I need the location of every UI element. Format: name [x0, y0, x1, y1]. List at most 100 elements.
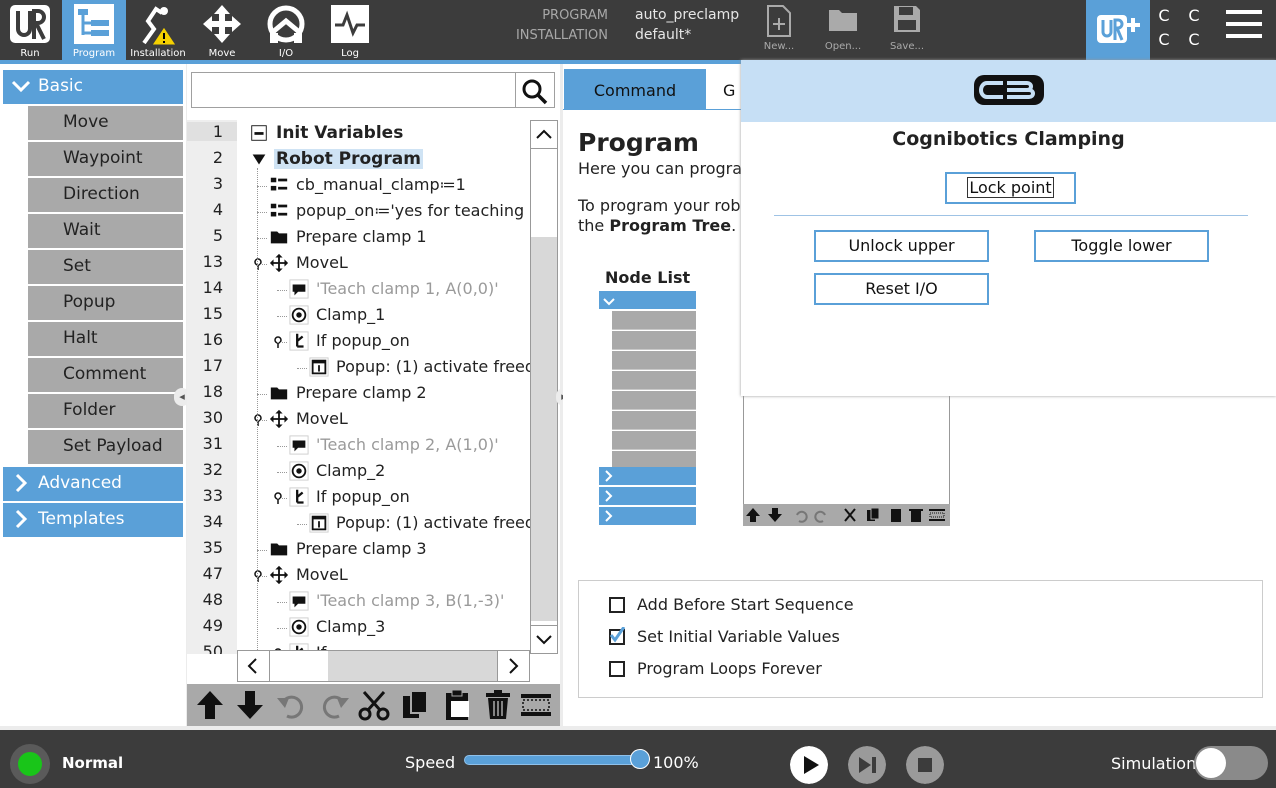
nav-io[interactable]: I/O	[256, 0, 316, 60]
nav-log[interactable]: Log	[320, 0, 380, 60]
move-node-icon	[269, 409, 289, 429]
sidebar-node-label: Halt	[63, 328, 98, 348]
scroll-left-button[interactable]	[238, 651, 270, 681]
program-options: Add Before Start Sequence Set Initial Var…	[578, 580, 1263, 698]
delete-trash-icon[interactable]	[481, 688, 515, 722]
sidebar-node-wait[interactable]: Wait	[28, 214, 183, 248]
simulation-toggle[interactable]	[1194, 746, 1268, 780]
sidebar-node-halt[interactable]: Halt	[28, 322, 183, 356]
chevron-right-icon	[605, 490, 613, 502]
urcap-plus-icon	[1097, 15, 1140, 43]
move-down-icon[interactable]	[233, 688, 267, 722]
line-number: 14	[202, 278, 223, 297]
program-key: PROGRAM	[542, 8, 608, 23]
tree-horizontal-scrollbar[interactable]	[237, 650, 530, 682]
category-advanced-label: Advanced	[38, 473, 122, 493]
program-tree[interactable]: Init Variables Robot Program cb_manual_cla…	[237, 120, 530, 654]
nav-program[interactable]: Program	[62, 0, 126, 60]
tree-vertical-scrollbar[interactable]	[530, 120, 558, 654]
line-number: 49	[202, 616, 223, 635]
checkbox-icon[interactable]	[609, 597, 625, 613]
save-disk-icon	[894, 6, 920, 32]
sidebar-node-popup[interactable]: Popup	[28, 286, 183, 320]
checkbox-icon[interactable]	[609, 661, 625, 677]
tree-connector	[257, 576, 267, 577]
open-button[interactable]: Open...	[815, 0, 871, 60]
category-templates[interactable]: Templates	[3, 503, 183, 537]
scroll-up-button[interactable]	[531, 121, 557, 149]
save-button[interactable]: Save...	[879, 0, 935, 60]
scroll-down-button[interactable]	[531, 625, 557, 653]
play-button[interactable]	[790, 746, 828, 784]
sidebar-node-direction[interactable]: Direction	[28, 178, 183, 212]
tree-node-label: Prepare clamp 2	[296, 383, 427, 402]
installation-key: INSTALLATION	[515, 28, 608, 43]
cognibotics-urcap-panel: Cognibotics Clamping Lock point Unlock u…	[741, 60, 1276, 396]
tree-search-input[interactable]	[194, 75, 512, 105]
hscroll-thumb[interactable]	[328, 651, 498, 681]
toggle-lower-button[interactable]: Toggle lower	[1034, 230, 1209, 262]
suppress-icon[interactable]	[519, 688, 553, 722]
line-number: 32	[202, 460, 223, 479]
scroll-right-button[interactable]	[497, 651, 529, 681]
sidebar-node-label: Move	[63, 112, 109, 132]
ur-logo-icon	[10, 5, 50, 43]
sidebar-node-folder[interactable]: Folder	[28, 394, 183, 428]
new-button[interactable]: New...	[751, 0, 807, 60]
stop-button[interactable]	[906, 746, 944, 784]
chevron-right-icon	[15, 473, 28, 493]
unlock-upper-button[interactable]: Unlock upper	[814, 230, 989, 262]
cut-icon[interactable]	[357, 688, 391, 722]
installation-name: default*	[635, 27, 692, 43]
sidebar-node-comment[interactable]: Comment	[28, 358, 183, 392]
nav-installation[interactable]: Installation	[128, 0, 188, 60]
tab-command[interactable]: Command	[564, 69, 706, 109]
category-advanced[interactable]: Advanced	[3, 467, 183, 501]
search-icon[interactable]	[522, 79, 548, 105]
node-list-illustration	[599, 291, 697, 525]
toggle-knob	[1196, 748, 1226, 778]
reset-io-button[interactable]: Reset I/O	[814, 273, 989, 305]
category-templates-label: Templates	[38, 509, 125, 529]
comment-node-icon	[289, 279, 309, 299]
sidebar-node-set[interactable]: Set	[28, 250, 183, 284]
checkbox-checked-icon[interactable]	[609, 627, 625, 645]
urcap-button[interactable]	[1086, 0, 1150, 60]
tree-node-label: 'Teach clamp 2, A(1,0)'	[316, 435, 499, 454]
sidebar-node-move[interactable]: Move	[28, 106, 183, 140]
robot-status-indicator[interactable]	[10, 744, 50, 784]
line-number: 13	[202, 252, 223, 271]
nav-move-label: Move	[208, 48, 236, 59]
sidebar-node-waypoint[interactable]: Waypoint	[28, 142, 183, 176]
redo-icon[interactable]	[317, 688, 351, 722]
undo-icon[interactable]	[275, 688, 309, 722]
copy-icon[interactable]	[399, 688, 433, 722]
installation-warning-icon	[142, 6, 177, 46]
program-info: PROGRAM auto_preclamp INSTALLATION defau…	[500, 6, 760, 46]
lock-point-button[interactable]: Lock point	[945, 172, 1076, 204]
paste-icon[interactable]	[441, 688, 475, 722]
popup-node-icon	[309, 357, 329, 377]
description-line-1: Here you can progra	[578, 159, 743, 178]
step-button[interactable]	[848, 746, 886, 784]
option-label: Add Before Start Sequence	[637, 595, 854, 614]
hamburger-menu-icon[interactable]	[1226, 10, 1266, 46]
speed-slider-handle[interactable]	[630, 749, 650, 769]
sidebar-node-label: Set	[63, 256, 91, 276]
tree-node-label: cb_manual_clamp≔1	[296, 175, 466, 194]
nav-run[interactable]: Run	[0, 0, 60, 60]
category-basic[interactable]: Basic	[3, 70, 183, 104]
lock-point-label: Lock point	[967, 177, 1054, 198]
tree-node-label: Prepare clamp 3	[296, 539, 427, 558]
expand-arrow-icon[interactable]	[239, 151, 257, 169]
collapse-box-icon[interactable]	[239, 125, 257, 143]
comment-node-icon	[289, 591, 309, 611]
sidebar-node-set-payload[interactable]: Set Payload	[28, 430, 183, 464]
new-button-label: New...	[763, 41, 795, 52]
sidebar-node-label: Folder	[63, 400, 116, 420]
speed-slider[interactable]	[464, 755, 642, 765]
move-up-icon[interactable]	[193, 688, 227, 722]
log-pulse-icon	[331, 5, 369, 43]
scroll-thumb[interactable]	[531, 237, 557, 621]
nav-move[interactable]: Move	[192, 0, 252, 60]
